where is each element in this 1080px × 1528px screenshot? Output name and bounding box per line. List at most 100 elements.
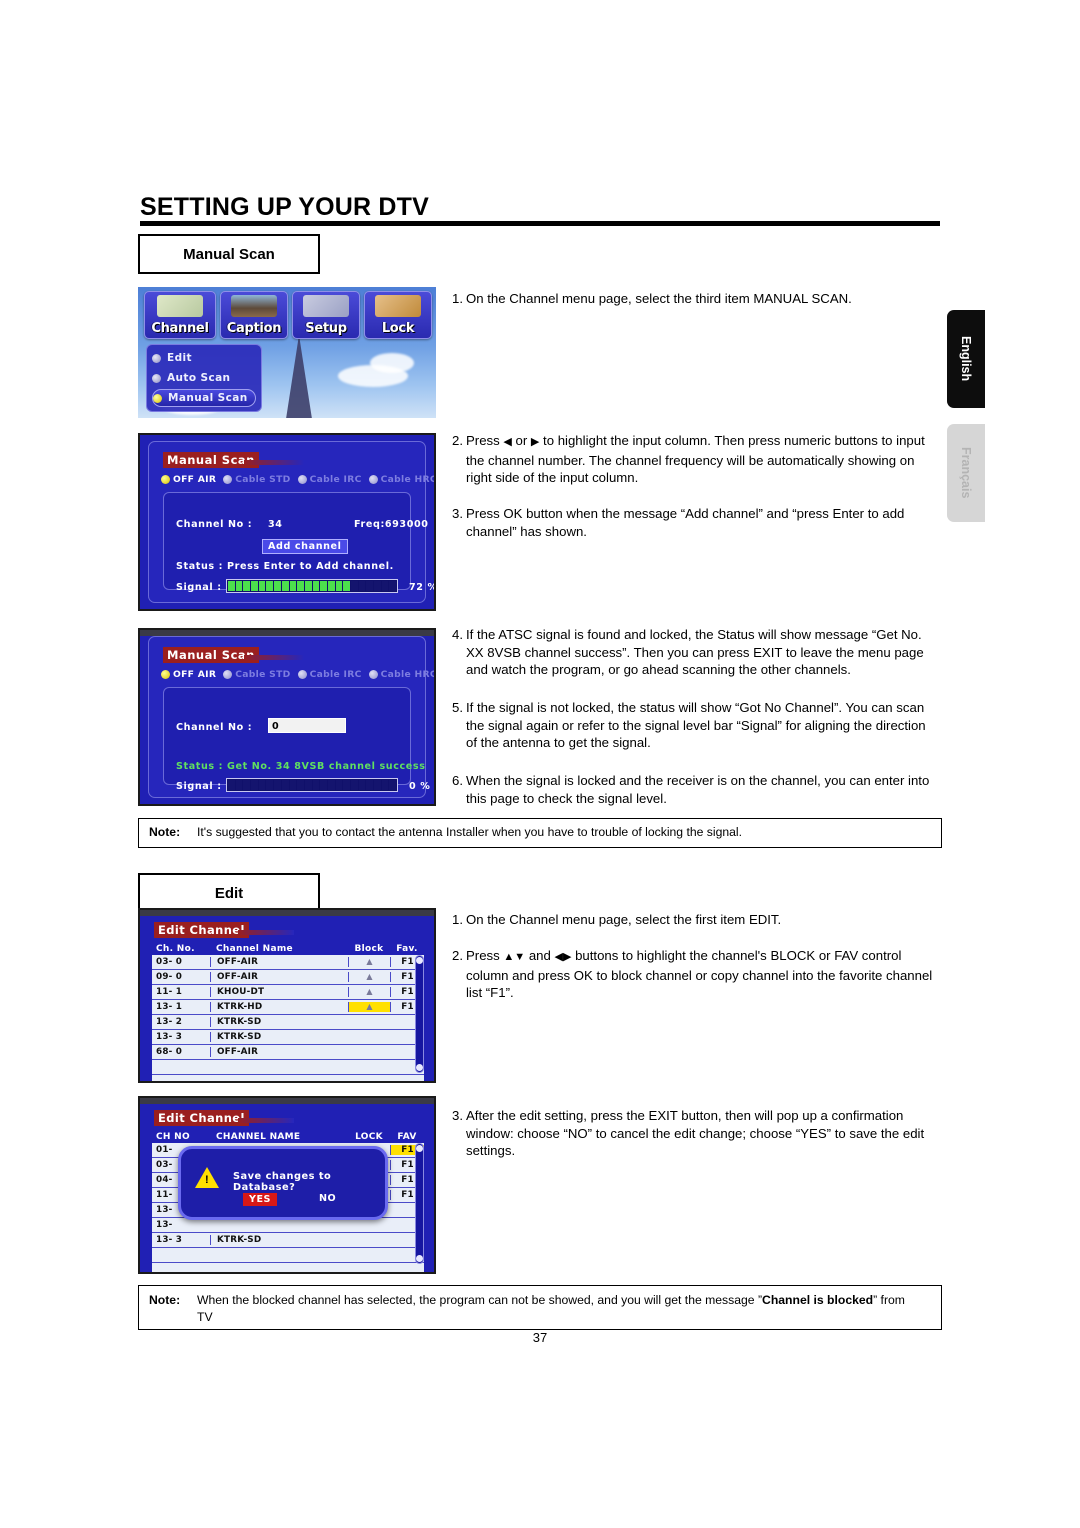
arrow-up-icon: ▲ bbox=[503, 951, 515, 963]
step-text: On the Channel menu page, select the fir… bbox=[466, 912, 782, 927]
signal-percent-value: 72 % bbox=[409, 582, 436, 593]
status-text: Status : Press Enter to Add channel. bbox=[176, 561, 394, 572]
signal-segment bbox=[343, 780, 350, 790]
menu-item-edit[interactable]: Edit bbox=[152, 349, 256, 367]
cell-channel-name: KTRK-SD bbox=[210, 1032, 348, 1042]
cell-ch-no: 68- 0 bbox=[156, 1047, 183, 1057]
radio-cable-std[interactable]: Cable STD bbox=[223, 474, 290, 485]
osd-frame: Manual Scan OFF AIR Cable STD Cable IRC bbox=[148, 636, 434, 798]
frequency-value: Freq:693000 bbox=[354, 519, 429, 530]
screenshot-edge-strip bbox=[140, 910, 434, 916]
osd-frame: Manual Scan OFF AIR Cable STD Cable IRC bbox=[148, 441, 434, 603]
radio-cable-hrc[interactable]: Cable HRC bbox=[368, 669, 436, 680]
step-number: 2. bbox=[452, 948, 463, 963]
signal-segment bbox=[266, 780, 274, 790]
screenshot-manual-scan-add: Manual Scan OFF AIR Cable STD Cable IRC bbox=[138, 433, 436, 611]
signal-segment bbox=[374, 581, 381, 591]
bullet-icon bbox=[152, 373, 161, 383]
cell-ch-no: 13- 2 bbox=[156, 1017, 183, 1027]
cell-ch-no: 13- 3 bbox=[156, 1032, 183, 1042]
menu-item-manual-scan[interactable]: Manual Scan bbox=[152, 389, 256, 407]
radio-dot-icon bbox=[368, 670, 378, 679]
step-text: On the Channel menu page, select the thi… bbox=[466, 291, 852, 306]
cell-ch-no: 13- 1 bbox=[156, 1002, 183, 1012]
table-row[interactable] bbox=[152, 1248, 424, 1263]
table-header-row: CH NO CHANNEL NAME LOCK FAV bbox=[152, 1130, 424, 1143]
radio-cable-irc-label: Cable IRC bbox=[309, 474, 362, 485]
signal-segment bbox=[228, 581, 235, 591]
signal-segment bbox=[243, 581, 251, 591]
step-number: 1. bbox=[452, 912, 463, 927]
step-6-manual: 6. When the signal is locked and the rec… bbox=[452, 772, 938, 807]
table-row[interactable] bbox=[152, 1075, 424, 1081]
cell-channel-name: KTRK-HD bbox=[210, 1002, 348, 1012]
cell-channel-name: OFF-AIR bbox=[210, 1047, 348, 1057]
title-divider bbox=[140, 221, 940, 226]
column-header-fav: FAV bbox=[397, 1131, 417, 1142]
osd-title-edit-channel: Edit Channel bbox=[154, 922, 249, 938]
signal-segment bbox=[304, 780, 312, 790]
signal-segment bbox=[374, 780, 381, 790]
menu-item-auto-scan[interactable]: Auto Scan bbox=[152, 369, 256, 387]
table-row[interactable]: 13- 1 KTRK-HD ▲ F1 bbox=[152, 1000, 424, 1015]
side-tab-english[interactable]: English bbox=[947, 310, 985, 408]
step-2-manual: 2. Press ◀ or ▶ to highlight the input c… bbox=[452, 432, 938, 487]
table-row[interactable]: 13- 3 KTRK-SD bbox=[152, 1233, 424, 1248]
table-row[interactable]: 09- 0 OFF-AIR ▲ F1 bbox=[152, 970, 424, 985]
scrollbar-thumb-bottom[interactable] bbox=[416, 1255, 423, 1262]
eiffel-tower-icon bbox=[286, 335, 312, 418]
radio-cable-hrc[interactable]: Cable HRC bbox=[368, 474, 434, 485]
scrollbar-thumb-top[interactable] bbox=[416, 1145, 423, 1152]
table-row[interactable]: 13- bbox=[152, 1218, 424, 1233]
column-header-fav: Fav. bbox=[396, 943, 418, 954]
cell-channel-name: KHOU-DT bbox=[210, 987, 348, 997]
title-underline bbox=[238, 930, 294, 935]
edit-channel-table: Ch. No. Channel Name Block Fav. 03- 0 OFF… bbox=[152, 942, 424, 1081]
radio-dot-icon bbox=[161, 670, 170, 679]
tab-setup-label: Setup bbox=[305, 321, 347, 336]
tab-channel[interactable]: Channel bbox=[144, 291, 216, 339]
radio-cable-std-label: Cable STD bbox=[235, 474, 291, 485]
cell-channel-name: KTRK-SD bbox=[210, 1017, 348, 1027]
cell-block[interactable]: ▲ bbox=[348, 972, 390, 982]
scrollbar-thumb-bottom[interactable] bbox=[416, 1064, 423, 1071]
channel-no-label: Channel No : bbox=[176, 722, 253, 733]
cell-block[interactable]: ▲ bbox=[348, 957, 390, 967]
table-row[interactable]: 13- 2 KTRK-SD bbox=[152, 1015, 424, 1030]
cell-block[interactable]: ▲ bbox=[348, 1002, 390, 1012]
radio-cable-irc[interactable]: Cable IRC bbox=[297, 474, 362, 485]
signal-segment bbox=[335, 780, 343, 790]
radio-off-air[interactable]: OFF AIR bbox=[161, 474, 216, 485]
osd-inner-panel: Channel No : 0 Status : Get No. 34 8VSB … bbox=[163, 687, 430, 792]
side-tab-francais[interactable]: Français bbox=[947, 424, 985, 522]
tab-lock[interactable]: Lock bbox=[364, 291, 432, 339]
radio-cable-irc[interactable]: Cable IRC bbox=[297, 669, 362, 680]
cell-ch-no: 03- 0 bbox=[156, 957, 183, 967]
table-row[interactable]: 11- 1 KHOU-DT ▲ F1 bbox=[152, 985, 424, 1000]
tab-caption-label: Caption bbox=[226, 321, 282, 336]
radio-cable-std[interactable]: Cable STD bbox=[223, 669, 290, 680]
tab-setup[interactable]: Setup bbox=[292, 291, 360, 339]
manual-page: SETTING UP YOUR DTV English Français Man… bbox=[0, 0, 1080, 1528]
signal-segment bbox=[389, 780, 397, 790]
bullet-icon bbox=[152, 353, 161, 363]
channel-no-input[interactable]: 0 bbox=[268, 718, 346, 733]
note-box-manual-scan: Note: It's suggested that you to contact … bbox=[138, 818, 942, 848]
table-row[interactable]: 03- 0 OFF-AIR ▲ F1 bbox=[152, 955, 424, 970]
add-channel-button[interactable]: Add channel bbox=[262, 539, 348, 554]
title-underline bbox=[244, 655, 304, 660]
cell-block[interactable]: ▲ bbox=[348, 987, 390, 997]
cell-channel-name: OFF-AIR bbox=[210, 957, 348, 967]
table-row[interactable] bbox=[152, 1263, 424, 1272]
radio-cable-hrc-label: Cable HRC bbox=[380, 669, 436, 680]
radio-off-air[interactable]: OFF AIR bbox=[161, 669, 216, 680]
scrollbar[interactable] bbox=[415, 955, 424, 1073]
scrollbar-thumb-top[interactable] bbox=[416, 957, 423, 964]
table-row[interactable]: 13- 3 KTRK-SD bbox=[152, 1030, 424, 1045]
dialog-yes-button[interactable]: YES bbox=[243, 1193, 277, 1206]
dialog-no-button[interactable]: NO bbox=[319, 1193, 336, 1204]
scrollbar[interactable] bbox=[415, 1143, 424, 1264]
table-row[interactable] bbox=[152, 1060, 424, 1075]
tab-caption[interactable]: Caption bbox=[220, 291, 288, 339]
table-row[interactable]: 68- 0 OFF-AIR bbox=[152, 1045, 424, 1060]
